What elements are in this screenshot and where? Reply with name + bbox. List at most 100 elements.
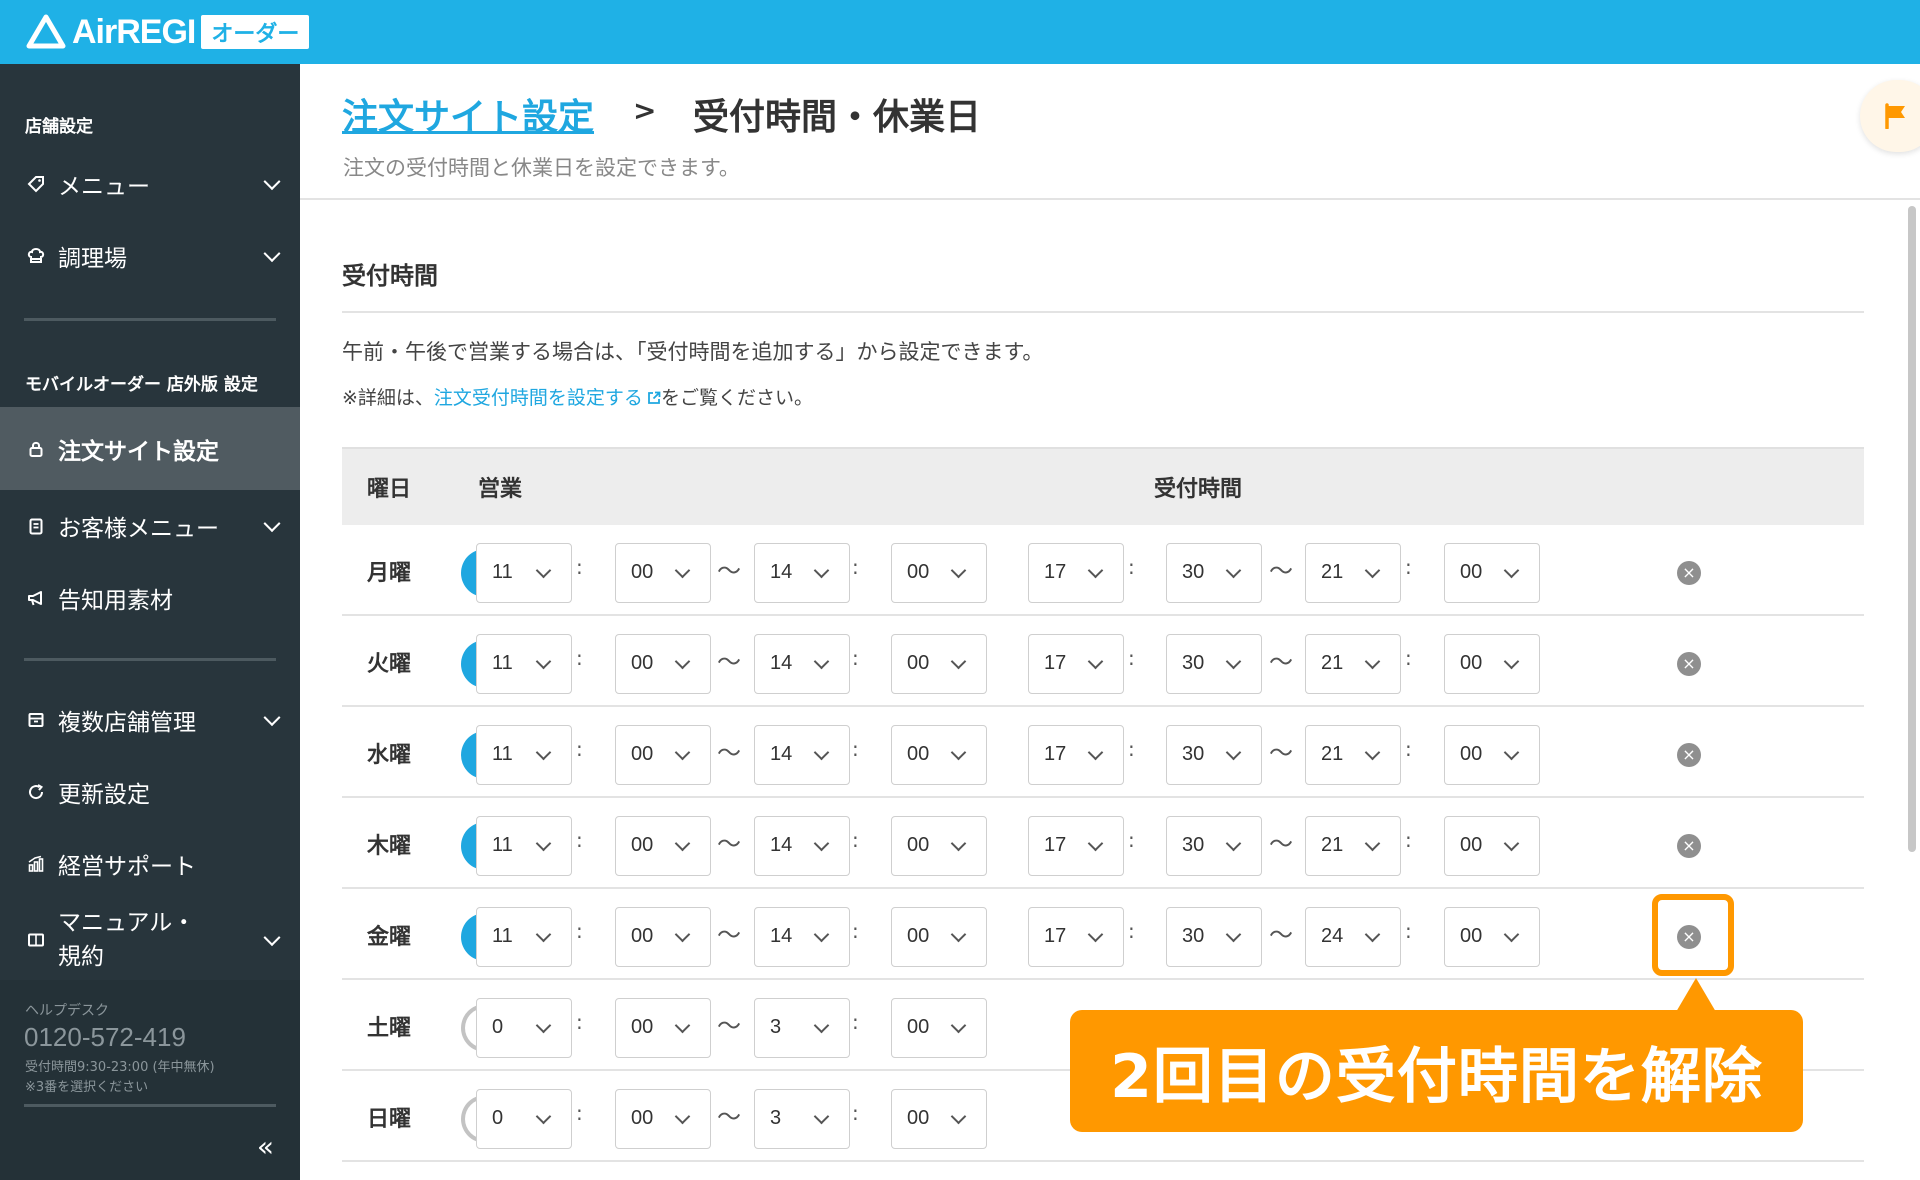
hour-select[interactable]: 14 bbox=[754, 816, 850, 876]
hour-select[interactable]: 11 bbox=[476, 634, 572, 694]
chevron-down-icon bbox=[674, 653, 691, 670]
minute-select[interactable]: 00 bbox=[891, 998, 987, 1058]
minute-select[interactable]: 00 bbox=[1444, 725, 1540, 785]
minute-select[interactable]: 00 bbox=[615, 634, 711, 694]
minute-select[interactable]: 00 bbox=[891, 543, 987, 603]
sidebar-item-manual[interactable]: マニュアル・ 規約 bbox=[0, 902, 300, 978]
hour-select[interactable]: 14 bbox=[754, 543, 850, 603]
hour-select[interactable]: 14 bbox=[754, 907, 850, 967]
minute-select[interactable]: 00 bbox=[891, 907, 987, 967]
page-title: 受付時間・休業日 bbox=[693, 97, 982, 138]
chevron-down-icon bbox=[1225, 653, 1242, 670]
chevron-down-icon bbox=[1225, 744, 1242, 761]
select-value: 17 bbox=[1044, 925, 1067, 947]
hour-select[interactable]: 14 bbox=[754, 725, 850, 785]
chevron-down-icon bbox=[535, 744, 552, 761]
range-separator: 〜 bbox=[1269, 739, 1293, 767]
time-colon: : bbox=[1405, 555, 1412, 579]
minute-select[interactable]: 30 bbox=[1166, 725, 1262, 785]
hour-select[interactable]: 21 bbox=[1305, 543, 1401, 603]
help-desk-phone[interactable]: 0120-572-419 bbox=[24, 1022, 186, 1053]
refresh-icon bbox=[26, 782, 46, 802]
minute-select[interactable]: 00 bbox=[1444, 907, 1540, 967]
hour-select[interactable]: 17 bbox=[1028, 634, 1124, 694]
feedback-flag-button[interactable] bbox=[1860, 80, 1920, 152]
breadcrumb-link-order-site[interactable]: 注文サイト設定 bbox=[342, 88, 594, 140]
hour-select[interactable]: 11 bbox=[476, 543, 572, 603]
remove-time-range-icon[interactable]: × bbox=[1677, 561, 1701, 585]
sidebar-item-menu[interactable]: メニュー bbox=[0, 154, 300, 214]
sidebar-section-mobile-order: モバイルオーダー 店外版 設定 bbox=[25, 375, 258, 395]
hour-select[interactable]: 24 bbox=[1305, 907, 1401, 967]
minute-select[interactable]: 00 bbox=[1444, 634, 1540, 694]
minute-select[interactable]: 00 bbox=[615, 816, 711, 876]
minute-select[interactable]: 00 bbox=[1444, 816, 1540, 876]
select-value: 00 bbox=[631, 743, 654, 765]
minute-select[interactable]: 00 bbox=[891, 634, 987, 694]
minute-select[interactable]: 30 bbox=[1166, 907, 1262, 967]
hour-select[interactable]: 17 bbox=[1028, 725, 1124, 785]
remove-time-range-icon[interactable]: × bbox=[1677, 834, 1701, 858]
minute-select[interactable]: 00 bbox=[615, 543, 711, 603]
minute-select[interactable]: 30 bbox=[1166, 634, 1262, 694]
hour-select[interactable]: 21 bbox=[1305, 816, 1401, 876]
minute-select[interactable]: 30 bbox=[1166, 816, 1262, 876]
hour-select[interactable]: 14 bbox=[754, 634, 850, 694]
remove-time-range-icon[interactable]: × bbox=[1677, 652, 1701, 676]
minute-select[interactable]: 00 bbox=[615, 725, 711, 785]
chevron-down-icon bbox=[950, 926, 967, 943]
minute-select[interactable]: 00 bbox=[891, 725, 987, 785]
remove-time-range-icon[interactable]: × bbox=[1677, 743, 1701, 767]
minute-select[interactable]: 00 bbox=[891, 1089, 987, 1149]
time-colon: : bbox=[1128, 646, 1135, 670]
chevron-down-icon bbox=[674, 835, 691, 852]
hour-select[interactable]: 0 bbox=[476, 998, 572, 1058]
hour-select[interactable]: 17 bbox=[1028, 543, 1124, 603]
hour-select[interactable]: 11 bbox=[476, 725, 572, 785]
sidebar-item-customer-menu[interactable]: お客様メニュー bbox=[0, 496, 300, 556]
table-row: 火曜 11 00: 〜 14 00: 17 30: 〜 21 00: × bbox=[342, 616, 1864, 707]
day-label: 水曜 bbox=[367, 743, 412, 768]
sidebar-divider bbox=[24, 318, 276, 321]
hour-select[interactable]: 17 bbox=[1028, 907, 1124, 967]
hour-select[interactable]: 3 bbox=[754, 998, 850, 1058]
sidebar-item-label: 注文サイト設定 bbox=[58, 438, 219, 465]
time-colon: : bbox=[1405, 828, 1412, 852]
column-header-day: 曜日 bbox=[367, 477, 412, 502]
sidebar-item-label-group: マニュアル・ 規約 bbox=[58, 906, 195, 974]
sidebar-item-promo[interactable]: 告知用素材 bbox=[0, 568, 300, 628]
range-separator: 〜 bbox=[1269, 830, 1293, 858]
chevron-down-icon bbox=[950, 653, 967, 670]
sidebar-item-support[interactable]: 経営サポート bbox=[0, 834, 300, 894]
collapse-sidebar-icon[interactable]: « bbox=[257, 1130, 274, 1163]
hour-select[interactable]: 11 bbox=[476, 907, 572, 967]
note-suffix: をご覧ください。 bbox=[660, 387, 813, 409]
minute-select[interactable]: 00 bbox=[615, 907, 711, 967]
brand-name: AirREGI bbox=[72, 12, 196, 51]
sidebar-item-label: 告知用素材 bbox=[58, 588, 173, 614]
minute-select[interactable]: 00 bbox=[615, 1089, 711, 1149]
minute-select[interactable]: 00 bbox=[891, 816, 987, 876]
time-colon: : bbox=[1128, 919, 1135, 943]
select-value: 00 bbox=[631, 652, 654, 674]
sidebar-item-order-site[interactable]: 注文サイト設定 bbox=[0, 407, 300, 490]
hour-select[interactable]: 21 bbox=[1305, 725, 1401, 785]
minute-select[interactable]: 00 bbox=[1444, 543, 1540, 603]
chevron-down-icon bbox=[1225, 926, 1242, 943]
sidebar-item-multi-store[interactable]: 複数店舗管理 bbox=[0, 690, 300, 750]
range-separator: 〜 bbox=[717, 921, 741, 949]
hour-select[interactable]: 11 bbox=[476, 816, 572, 876]
hour-select[interactable]: 17 bbox=[1028, 816, 1124, 876]
hour-select[interactable]: 21 bbox=[1305, 634, 1401, 694]
scrollbar[interactable] bbox=[1908, 206, 1916, 852]
sidebar-item-kitchen[interactable]: 調理場 bbox=[0, 226, 300, 286]
hour-select[interactable]: 3 bbox=[754, 1089, 850, 1149]
select-value: 21 bbox=[1321, 743, 1344, 765]
select-value: 14 bbox=[770, 925, 793, 947]
minute-select[interactable]: 00 bbox=[615, 998, 711, 1058]
minute-select[interactable]: 30 bbox=[1166, 543, 1262, 603]
sidebar-item-update[interactable]: 更新設定 bbox=[0, 762, 300, 822]
help-link[interactable]: 注文受付時間を設定する bbox=[434, 387, 661, 409]
hour-select[interactable]: 0 bbox=[476, 1089, 572, 1149]
app-logo[interactable]: AirREGI オーダー bbox=[26, 12, 310, 52]
